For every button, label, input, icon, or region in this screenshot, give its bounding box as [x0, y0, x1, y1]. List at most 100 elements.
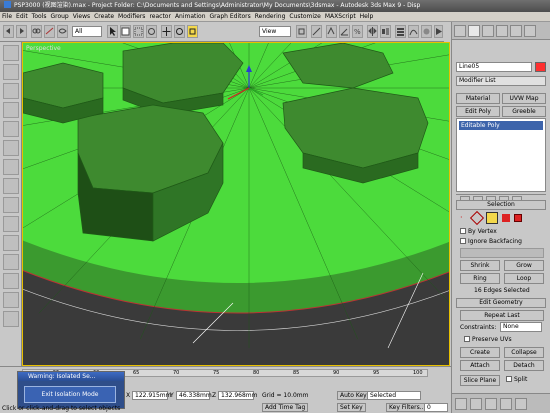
- uvw-map-button[interactable]: UVW Map: [502, 93, 546, 104]
- preserve-uvs-option[interactable]: Preserve UVs: [464, 336, 512, 344]
- rectangle-selection-button[interactable]: [133, 25, 144, 38]
- viewport-label[interactable]: Perspective: [26, 45, 61, 52]
- bind-space-warp-button[interactable]: [57, 25, 68, 38]
- z-coordinate-field[interactable]: 132.968mm: [218, 391, 258, 400]
- object-name-field[interactable]: Line05: [456, 62, 532, 72]
- element-icon[interactable]: [514, 214, 522, 222]
- curve-editor-button[interactable]: [408, 25, 419, 38]
- utilities-icon[interactable]: [3, 292, 19, 308]
- select-object-button[interactable]: [107, 25, 118, 38]
- by-vertex-checkbox[interactable]: [460, 228, 466, 234]
- repeat-last-button[interactable]: Repeat Last: [460, 310, 544, 321]
- auto-key-button[interactable]: Auto Key: [337, 391, 370, 400]
- align-button[interactable]: [380, 25, 391, 38]
- selection-filter-dropdown[interactable]: All: [72, 26, 102, 37]
- menu-item-graph-editors[interactable]: Graph Editors: [208, 12, 253, 21]
- menu-item-file[interactable]: File: [0, 12, 14, 21]
- menu-item-help[interactable]: Help: [358, 12, 376, 21]
- render-button[interactable]: [434, 25, 443, 38]
- system-icon[interactable]: [3, 216, 19, 232]
- utilities-tab-icon[interactable]: [524, 25, 536, 37]
- perspective-viewport[interactable]: Perspective: [22, 42, 450, 366]
- select-link-button[interactable]: [31, 25, 42, 38]
- percent-snap-button[interactable]: %: [352, 25, 363, 38]
- reference-coordinate-dropdown[interactable]: View: [259, 26, 291, 37]
- selection-rollout-header[interactable]: Selection: [456, 200, 546, 210]
- menu-item-edit[interactable]: Edit: [14, 12, 30, 21]
- motion-icon[interactable]: [3, 254, 19, 270]
- set-key-button[interactable]: Set Key: [337, 403, 366, 412]
- ignore-backfacing-checkbox[interactable]: [460, 238, 466, 244]
- move-tool-icon[interactable]: [3, 64, 19, 80]
- current-frame-field[interactable]: 0: [424, 403, 448, 412]
- edit-geometry-rollout-header[interactable]: Edit Geometry: [456, 298, 546, 308]
- light-icon[interactable]: [3, 140, 19, 156]
- x-coordinate-field[interactable]: 122.915mm: [132, 391, 172, 400]
- motion-tab-icon[interactable]: [496, 25, 508, 37]
- modify-tab-icon[interactable]: [468, 25, 480, 37]
- menu-item-views[interactable]: Views: [71, 12, 92, 21]
- angle-snap-button[interactable]: [339, 25, 350, 38]
- extra-tool-icon[interactable]: [3, 311, 19, 327]
- camera-icon[interactable]: [3, 159, 19, 175]
- display-tab-icon[interactable]: [510, 25, 522, 37]
- hierarchy-tab-icon[interactable]: [482, 25, 494, 37]
- grow-button[interactable]: Grow: [504, 260, 544, 271]
- greeble-button[interactable]: Greeble: [502, 106, 546, 117]
- rotate-tool-icon[interactable]: [3, 83, 19, 99]
- by-vertex-option[interactable]: By Vertex: [460, 228, 497, 236]
- window-crossing-button[interactable]: [146, 25, 157, 38]
- display-icon[interactable]: [3, 273, 19, 289]
- exit-isolation-mode-button[interactable]: Exit Isolation Mode: [24, 386, 116, 403]
- manipulate-button[interactable]: [311, 25, 322, 38]
- vertex-icon[interactable]: ·: [460, 214, 468, 222]
- ignore-backfacing-option[interactable]: Ignore Backfacing: [460, 238, 522, 246]
- zoom-all-icon[interactable]: [470, 398, 482, 410]
- ring-button[interactable]: Ring: [460, 273, 500, 284]
- snap-toggle-button[interactable]: [326, 25, 337, 38]
- loop-button[interactable]: Loop: [504, 273, 544, 284]
- hierarchy-icon[interactable]: [3, 235, 19, 251]
- menu-item-create[interactable]: Create: [92, 12, 116, 21]
- create-button[interactable]: Create: [460, 347, 500, 358]
- edge-icon[interactable]: [469, 210, 485, 226]
- undo-button[interactable]: [3, 25, 14, 38]
- menu-item-reactor[interactable]: reactor: [147, 12, 173, 21]
- space-warp-icon[interactable]: [3, 197, 19, 213]
- zoom-icon[interactable]: [455, 398, 467, 410]
- key-mode-dropdown[interactable]: Selected: [367, 391, 421, 400]
- menu-item-customize[interactable]: Customize: [287, 12, 323, 21]
- pan-icon[interactable]: [485, 398, 497, 410]
- split-checkbox[interactable]: [506, 376, 512, 382]
- y-coordinate-field[interactable]: 46.338mm: [176, 391, 212, 400]
- collapse-button[interactable]: Collapse: [504, 347, 544, 358]
- material-button[interactable]: Material: [456, 93, 500, 104]
- select-move-button[interactable]: [161, 25, 172, 38]
- detach-button[interactable]: Detach: [504, 360, 544, 371]
- menu-item-tools[interactable]: Tools: [30, 12, 49, 21]
- pivot-center-button[interactable]: [296, 25, 307, 38]
- object-color-swatch[interactable]: [535, 62, 546, 72]
- add-time-tag-button[interactable]: Add Time Tag: [262, 403, 309, 412]
- slice-plane-button[interactable]: Slice Plane: [460, 375, 500, 386]
- polygon-icon[interactable]: [502, 214, 510, 222]
- maximize-viewport-icon[interactable]: [515, 398, 527, 410]
- key-filters-button[interactable]: Key Filters...: [386, 403, 429, 412]
- select-by-name-button[interactable]: [120, 25, 131, 38]
- select-scale-button[interactable]: [187, 25, 198, 38]
- constraints-dropdown[interactable]: None: [500, 322, 542, 332]
- attach-button[interactable]: Attach: [460, 360, 500, 371]
- menu-item-modifiers[interactable]: Modifiers: [116, 12, 147, 21]
- redo-button[interactable]: [16, 25, 27, 38]
- modifier-list-dropdown[interactable]: Modifier List: [456, 76, 546, 86]
- create-tab-icon[interactable]: [454, 25, 466, 37]
- stack-item-editable-poly[interactable]: Editable Poly: [459, 121, 543, 130]
- helper-icon[interactable]: [3, 178, 19, 194]
- select-tool-icon[interactable]: [3, 45, 19, 61]
- material-editor-button[interactable]: [421, 25, 432, 38]
- create-shape-icon[interactable]: [3, 121, 19, 137]
- mirror-button[interactable]: [367, 25, 378, 38]
- border-icon[interactable]: [486, 212, 498, 224]
- menu-item-maxscript[interactable]: MAXScript: [323, 12, 358, 21]
- edit-poly-button[interactable]: Edit Poly: [456, 106, 500, 117]
